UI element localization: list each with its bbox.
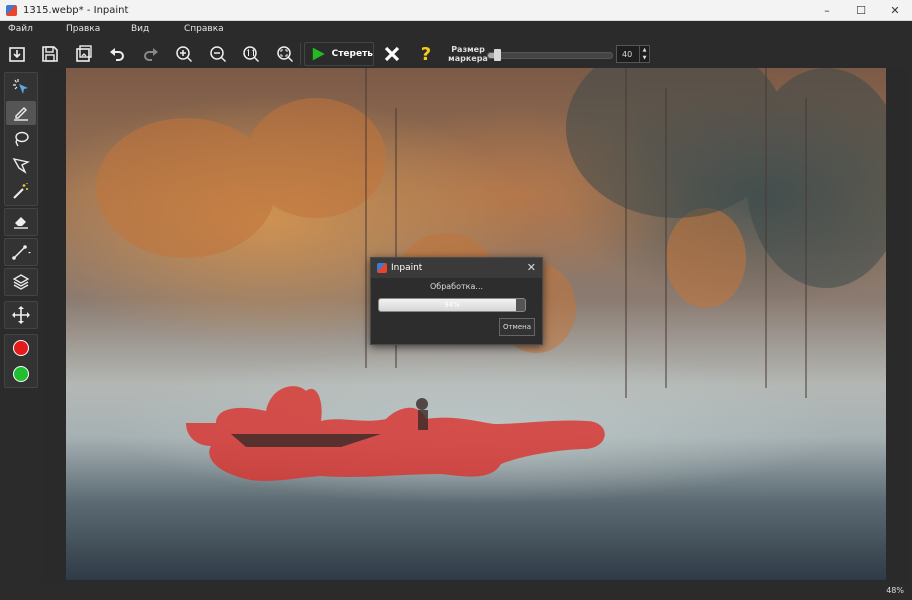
- marker-size-slider[interactable]: [487, 49, 613, 61]
- eraser-icon: [14, 217, 28, 229]
- green-color-button[interactable]: [6, 362, 36, 386]
- zoom-status: 48%: [886, 586, 904, 595]
- fit-icon: [277, 46, 294, 63]
- cancel-button[interactable]: Отмена: [499, 318, 535, 336]
- selection-tools: [4, 72, 38, 206]
- zoom-in-button[interactable]: [170, 42, 198, 66]
- save-as-button[interactable]: [70, 42, 98, 66]
- layers-icon: [12, 274, 30, 290]
- eraser-tool[interactable]: [6, 210, 36, 234]
- lasso-icon: [15, 131, 29, 147]
- select-tool[interactable]: [6, 75, 36, 99]
- app-icon: [377, 263, 387, 273]
- dialog-message: Обработка...: [429, 282, 484, 291]
- marker-size-label: Размер маркера: [448, 45, 488, 63]
- help-icon: ?: [421, 44, 431, 64]
- tool-panel: [3, 70, 39, 580]
- red-color-button[interactable]: [6, 336, 36, 360]
- menu-view[interactable]: Вид: [131, 24, 149, 34]
- line-icon: [12, 245, 31, 260]
- marker-icon: [14, 107, 28, 121]
- eraser-group: [4, 208, 38, 236]
- erase-label: Стереть: [331, 49, 373, 59]
- window-title: 1315.webp* - Inpaint: [23, 4, 129, 16]
- redo-button[interactable]: [137, 42, 165, 66]
- play-icon: [312, 47, 325, 61]
- green-color-icon: [13, 366, 29, 382]
- actual-size-icon: [243, 46, 260, 63]
- toolbar: Стереть ? Размер маркера 40 ▲ ▼: [0, 40, 912, 68]
- magic-wand-icon: [13, 183, 28, 199]
- slider-thumb[interactable]: [493, 49, 501, 61]
- menu-file[interactable]: Файл: [8, 24, 33, 34]
- progress-bar: 94%: [378, 298, 526, 312]
- move-tool[interactable]: [6, 303, 36, 327]
- title-bar: 1315.webp* - Inpaint – ☐ ✕: [0, 0, 912, 21]
- spin-arrows[interactable]: ▲ ▼: [639, 46, 649, 62]
- close-window-button[interactable]: ✕: [878, 0, 912, 20]
- line-group: [4, 238, 38, 266]
- save-icon: [42, 46, 58, 62]
- save-as-icon: [76, 45, 92, 62]
- select-icon: [13, 79, 28, 94]
- line-tool[interactable]: [6, 240, 36, 264]
- maximize-button[interactable]: ☐: [844, 0, 878, 20]
- progress-text: 94%: [444, 301, 460, 309]
- app-icon: [6, 4, 17, 16]
- zoom-out-icon: [210, 46, 227, 63]
- menu-help[interactable]: Справка: [184, 24, 224, 34]
- fit-button[interactable]: [271, 42, 299, 66]
- polygon-lasso-icon: [12, 157, 30, 174]
- undo-icon: [110, 48, 124, 61]
- open-icon: [9, 47, 25, 62]
- redo-icon: [144, 48, 158, 61]
- dialog-close-icon[interactable]: ✕: [527, 261, 536, 274]
- magic-wand-tool[interactable]: [6, 179, 36, 203]
- undo-button[interactable]: [103, 42, 131, 66]
- red-color-icon: [13, 340, 29, 356]
- help-button[interactable]: ?: [412, 42, 440, 66]
- svg-text:?: ?: [421, 44, 431, 64]
- cancel-erase-button[interactable]: [378, 42, 406, 66]
- save-button[interactable]: [36, 42, 64, 66]
- actual-size-button[interactable]: [237, 42, 265, 66]
- zoom-out-button[interactable]: [204, 42, 232, 66]
- cross-icon: [384, 46, 400, 62]
- lasso-tool[interactable]: [6, 127, 36, 151]
- minimize-button[interactable]: –: [810, 0, 844, 20]
- zoom-in-icon: [176, 46, 193, 63]
- marker-size-value: 40: [622, 49, 633, 59]
- erase-button[interactable]: Стереть: [304, 42, 374, 66]
- move-icon: [12, 306, 30, 324]
- marker-size-spinbox[interactable]: 40 ▲ ▼: [616, 45, 650, 63]
- polygon-lasso-tool[interactable]: [6, 153, 36, 177]
- dialog-title-bar: Inpaint ✕: [371, 258, 542, 278]
- layers-tool[interactable]: [6, 270, 36, 294]
- menu-edit[interactable]: Правка: [66, 24, 100, 34]
- menu-bar: Файл Правка Вид Справка: [0, 21, 912, 39]
- color-group: [4, 334, 38, 388]
- open-button[interactable]: [3, 42, 31, 66]
- move-group: [4, 301, 38, 329]
- layers-group: [4, 268, 38, 296]
- processing-dialog: Inpaint ✕ Обработка... 94% Отмена: [370, 257, 543, 345]
- dialog-title: Inpaint: [391, 263, 423, 273]
- marker-tool[interactable]: [6, 101, 36, 125]
